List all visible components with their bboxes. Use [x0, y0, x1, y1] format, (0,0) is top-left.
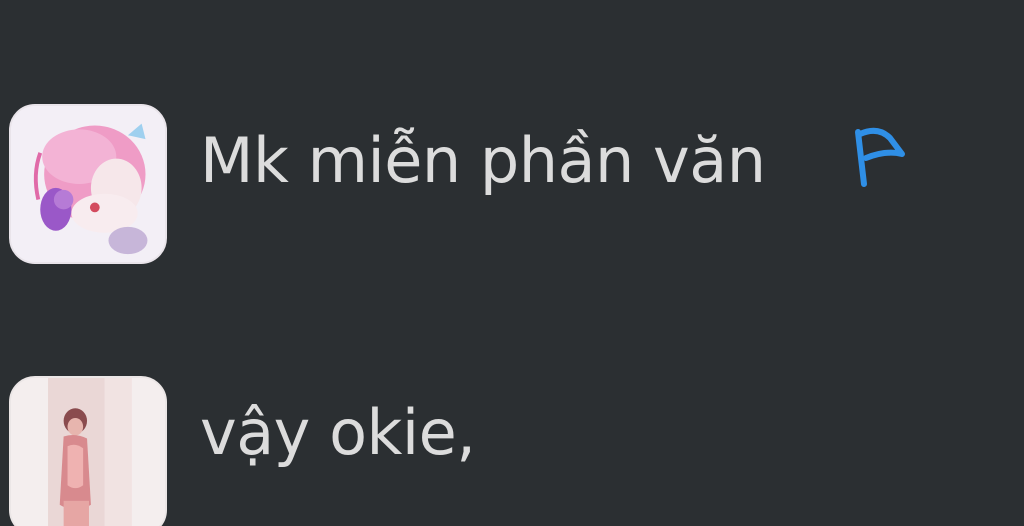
person-photo-avatar-icon — [11, 378, 165, 526]
user-avatar-icon[interactable] — [9, 376, 167, 526]
message-text: vậy okie, — [200, 396, 476, 469]
chat-message: Mk miễn phần văn — [0, 104, 1024, 268]
message-text: Mk miễn phần văn — [200, 124, 766, 197]
chat-feed: Mk miễn phần văn vậy okie, — [0, 0, 1024, 526]
anime-girl-avatar-icon — [11, 106, 165, 262]
user-avatar-icon[interactable] — [9, 104, 167, 264]
chat-message: vậy okie, — [0, 376, 1024, 526]
flag-icon[interactable] — [850, 124, 910, 190]
